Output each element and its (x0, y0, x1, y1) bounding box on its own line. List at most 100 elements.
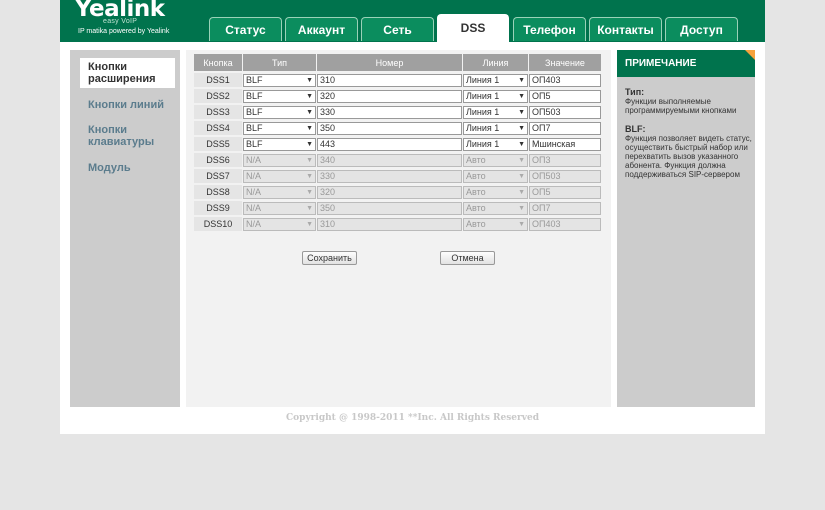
number-input[interactable]: 330 (317, 105, 462, 119)
type-select[interactable]: BLF ▼ (243, 137, 316, 151)
line-value: Линия 1 (466, 138, 500, 149)
col-number: Номер (317, 54, 462, 71)
number-input[interactable]: 443 (317, 137, 462, 151)
col-value: Значение (529, 54, 601, 71)
sidebar-item-expansion-keys[interactable]: Кнопки расширения (80, 58, 175, 88)
value-input[interactable]: ОП5 (529, 185, 601, 199)
tab-access[interactable]: Доступ (665, 17, 738, 41)
sidebar-item-line-keys[interactable]: Кнопки линий (88, 99, 178, 111)
dss-table-body: DSS1 BLF ▼ 310 Линия 1 ▼ ОП403 DSS2 BLF ▼ 320 Линия… (194, 73, 601, 231)
type-value: N/A (246, 170, 262, 181)
line-select[interactable]: Линия 1 ▼ (463, 137, 528, 151)
logo-subtitle: easy VoIP (103, 18, 138, 25)
dss-key-label: DSS3 (194, 105, 242, 119)
number-input[interactable]: 310 (317, 217, 462, 231)
type-value: N/A (246, 186, 262, 197)
value-input[interactable]: ОП3 (529, 153, 601, 167)
line-value: Линия 1 (466, 122, 500, 133)
line-value: Авто (466, 170, 486, 181)
number-input[interactable]: 350 (317, 201, 462, 215)
col-type: Тип (243, 54, 316, 71)
tab-phone[interactable]: Телефон (513, 17, 586, 41)
table-row: DSS9 N/A ▼ 350 Авто ▼ ОП7 (194, 201, 601, 215)
dropdown-arrow-icon: ▼ (306, 140, 313, 148)
col-line: Линия (463, 54, 528, 71)
line-select[interactable]: Линия 1 ▼ (463, 105, 528, 119)
type-select[interactable]: BLF ▼ (243, 73, 316, 87)
table-row: DSS4 BLF ▼ 350 Линия 1 ▼ ОП7 (194, 121, 601, 135)
line-select[interactable]: Линия 1 ▼ (463, 121, 528, 135)
dropdown-arrow-icon: ▼ (518, 76, 525, 84)
table-row: DSS10 N/A ▼ 310 Авто ▼ ОП403 (194, 217, 601, 231)
value-input[interactable]: Мшинская (529, 137, 601, 151)
value-input[interactable]: ОП5 (529, 89, 601, 103)
line-value: Авто (466, 202, 486, 213)
type-value: N/A (246, 202, 262, 213)
tab-account[interactable]: Аккаунт (285, 17, 358, 41)
dropdown-arrow-icon: ▼ (518, 220, 525, 228)
dss-key-label: DSS5 (194, 137, 242, 151)
tab-network[interactable]: Сеть (361, 17, 434, 41)
dss-key-label: DSS10 (194, 217, 242, 231)
tab-dss[interactable]: DSS (437, 14, 509, 42)
save-button[interactable]: Сохранить (302, 251, 357, 265)
main-panel: Кнопка Тип Номер Линия Значение DSS1 BLF ▼… (186, 50, 611, 407)
line-select[interactable]: Авто ▼ (463, 185, 528, 199)
type-value: BLF (246, 122, 263, 133)
line-select[interactable]: Авто ▼ (463, 217, 528, 231)
sidebar: Кнопки расширения Кнопки линий Кнопки кл… (70, 50, 180, 407)
dropdown-arrow-icon: ▼ (306, 156, 313, 164)
number-input[interactable]: 310 (317, 73, 462, 87)
number-input[interactable]: 320 (317, 89, 462, 103)
tab-status[interactable]: Статус (209, 17, 282, 41)
note-blf-text: Функция позволяет видеть статус, осущест… (625, 134, 752, 179)
line-select[interactable]: Линия 1 ▼ (463, 73, 528, 87)
sidebar-item-keyboard-keys[interactable]: Кнопки клавиатуры (88, 124, 178, 148)
number-input[interactable]: 320 (317, 185, 462, 199)
value-input[interactable]: ОП503 (529, 169, 601, 183)
line-select[interactable]: Авто ▼ (463, 153, 528, 167)
note-blf-label: BLF: (625, 124, 646, 134)
dropdown-arrow-icon: ▼ (518, 140, 525, 148)
tab-contacts[interactable]: Контакты (589, 17, 662, 41)
number-input[interactable]: 340 (317, 153, 462, 167)
line-select[interactable]: Авто ▼ (463, 169, 528, 183)
sidebar-item-module[interactable]: Модуль (88, 162, 178, 174)
type-select[interactable]: N/A ▼ (243, 153, 316, 167)
dropdown-arrow-icon: ▼ (306, 108, 313, 116)
note-panel: ПРИМЕЧАНИЕ Тип: Функции выполняемые прогр… (617, 50, 755, 407)
line-select[interactable]: Линия 1 ▼ (463, 89, 528, 103)
type-select[interactable]: BLF ▼ (243, 89, 316, 103)
line-value: Авто (466, 154, 486, 165)
type-select[interactable]: BLF ▼ (243, 105, 316, 119)
value-input[interactable]: ОП7 (529, 201, 601, 215)
type-select[interactable]: N/A ▼ (243, 185, 316, 199)
table-row: DSS2 BLF ▼ 320 Линия 1 ▼ ОП5 (194, 89, 601, 103)
dss-key-label: DSS1 (194, 73, 242, 87)
number-input[interactable]: 350 (317, 121, 462, 135)
type-select[interactable]: BLF ▼ (243, 121, 316, 135)
type-select[interactable]: N/A ▼ (243, 217, 316, 231)
type-select[interactable]: N/A ▼ (243, 169, 316, 183)
type-select[interactable]: N/A ▼ (243, 201, 316, 215)
type-value: BLF (246, 90, 263, 101)
value-input[interactable]: ОП403 (529, 217, 601, 231)
table-row: DSS3 BLF ▼ 330 Линия 1 ▼ ОП503 (194, 105, 601, 119)
dropdown-arrow-icon: ▼ (518, 172, 525, 180)
number-input[interactable]: 330 (317, 169, 462, 183)
type-value: N/A (246, 218, 262, 229)
value-input[interactable]: ОП7 (529, 121, 601, 135)
value-input[interactable]: ОП503 (529, 105, 601, 119)
dss-key-label: DSS2 (194, 89, 242, 103)
dss-key-label: DSS4 (194, 121, 242, 135)
value-input[interactable]: ОП403 (529, 73, 601, 87)
table-row: DSS6 N/A ▼ 340 Авто ▼ ОП3 (194, 153, 601, 167)
dropdown-arrow-icon: ▼ (306, 92, 313, 100)
cancel-button[interactable]: Отмена (440, 251, 495, 265)
dss-table: Кнопка Тип Номер Линия Значение DSS1 BLF ▼… (193, 52, 602, 233)
line-select[interactable]: Авто ▼ (463, 201, 528, 215)
type-value: BLF (246, 138, 263, 149)
dropdown-arrow-icon: ▼ (518, 124, 525, 132)
note-type-text: Функции выполняемые программируемыми кно… (625, 97, 737, 115)
page: Yealink easy VoIP IP matika powered by Y… (60, 0, 765, 434)
